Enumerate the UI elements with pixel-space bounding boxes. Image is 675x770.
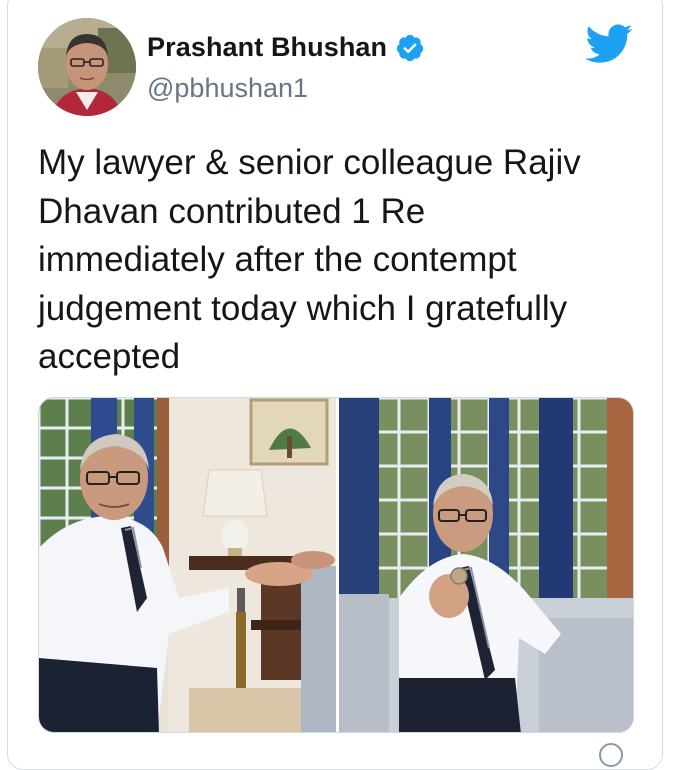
author-name[interactable]: Prashant Bhushan — [147, 32, 387, 63]
more-icon[interactable] — [598, 742, 624, 768]
verified-badge-icon — [397, 34, 424, 61]
photo-left[interactable] — [39, 398, 336, 733]
twitter-bird-icon[interactable] — [585, 24, 633, 64]
author-handle[interactable]: @pbhushan1 — [147, 73, 308, 104]
tweet-media[interactable] — [38, 397, 634, 733]
tweet-text: My lawyer & senior colleague Rajiv Dhava… — [38, 143, 581, 376]
author-name-row[interactable]: Prashant Bhushan — [147, 32, 425, 63]
photo-right[interactable] — [339, 398, 634, 733]
author-avatar[interactable] — [38, 18, 136, 116]
